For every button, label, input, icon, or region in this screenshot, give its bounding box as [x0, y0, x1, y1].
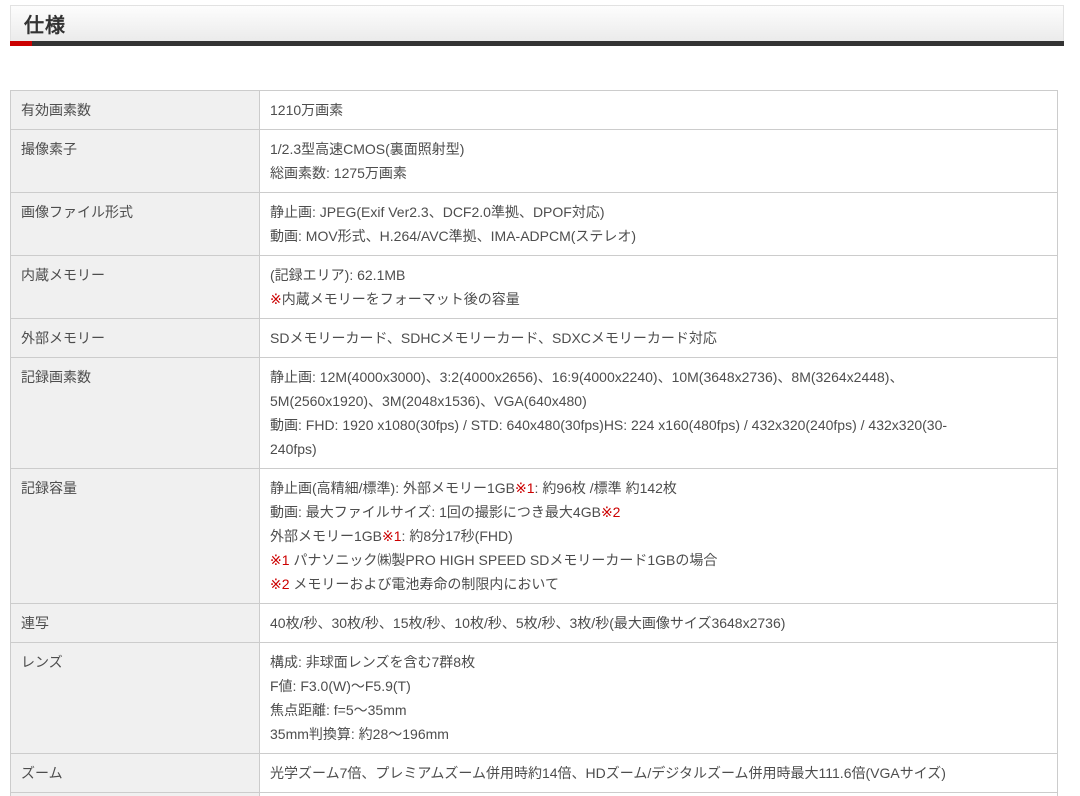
note-marker: ※ [270, 291, 282, 307]
spec-value-line: 総画素数: 1275万画素 [270, 161, 1047, 185]
spec-text: 静止画: 12M(4000x3000)、3:2(4000x2656)、16:9(… [270, 369, 903, 385]
table-row: ズーム光学ズーム7倍、プレミアムズーム併用時約14倍、HDズーム/デジタルズーム… [11, 754, 1058, 793]
spec-value-line: 40枚/秒、30枚/秒、15枚/秒、10枚/秒、5枚/秒、3枚/秒(最大画像サイ… [270, 611, 1047, 635]
spec-text: 240fps) [270, 441, 317, 457]
spec-text: SDメモリーカード、SDHCメモリーカード、SDXCメモリーカード対応 [270, 330, 717, 346]
red-accent [10, 41, 32, 46]
spec-text: 総画素数: 1275万画素 [270, 165, 407, 181]
spec-value-line: SDメモリーカード、SDHCメモリーカード、SDXCメモリーカード対応 [270, 326, 1047, 350]
spec-text: 焦点距離: f=5〜35mm [270, 702, 407, 718]
spec-text: 動画: 最大ファイルサイズ: 1回の撮影につき最大4GB [270, 504, 601, 520]
note-marker: ※1 [382, 528, 402, 544]
table-row: 記録画素数静止画: 12M(4000x3000)、3:2(4000x2656)、… [11, 358, 1058, 469]
spec-text: 外部メモリー1GB [270, 528, 382, 544]
spec-text: : 約8分17秒(FHD) [402, 528, 513, 544]
page-title: 仕様 [11, 9, 66, 38]
table-row: 有効画素数 1210万画素 [11, 91, 1058, 130]
note-marker: ※2 [270, 576, 293, 592]
spec-label: レンズ [11, 643, 260, 754]
spec-text: 40枚/秒、30枚/秒、15枚/秒、10枚/秒、5枚/秒、3枚/秒(最大画像サイ… [270, 615, 785, 631]
spec-value-line: (記録エリア): 62.1MB [270, 263, 1047, 287]
table-row: レンズ構成: 非球面レンズを含む7群8枚 F値: F3.0(W)〜F5.9(T) 焦… [11, 643, 1058, 754]
table-row [11, 793, 1058, 796]
spec-value: 1210万画素 [260, 91, 1058, 130]
spec-value-line: 静止画: JPEG(Exif Ver2.3、DCF2.0準拠、DPOF対応) [270, 200, 1047, 224]
table-row: 連写 40枚/秒、30枚/秒、15枚/秒、10枚/秒、5枚/秒、3枚/秒(最大画像… [11, 604, 1058, 643]
spec-value-line: 光学ズーム7倍、プレミアムズーム併用時約14倍、HDズーム/デジタルズーム併用時… [270, 761, 1047, 785]
spec-value-line: 35mm判換算: 約28〜196mm [270, 722, 1047, 746]
spec-text: 構成: 非球面レンズを含む7群8枚 [270, 654, 475, 670]
spec-text: (記録エリア): 62.1MB [270, 267, 405, 283]
page: 仕様 有効画素数 1210万画素撮像素子 1/2.3型高速CMOS(裏面照射型) 総画… [10, 0, 1064, 796]
spec-text: パナソニック㈱製PRO HIGH SPEED SDメモリーカード1GBの場合 [293, 552, 717, 568]
note-marker: ※1 [515, 480, 535, 496]
spec-text: F値: F3.0(W)〜F5.9(T) [270, 678, 411, 694]
spec-value: 1/2.3型高速CMOS(裏面照射型) 総画素数: 1275万画素 [260, 130, 1058, 193]
spec-value-line: 5M(2560x1920)、3M(2048x1536)、VGA(640x480) [270, 389, 1047, 413]
spec-value-line: 1210万画素 [270, 98, 1047, 122]
note-marker: ※1 [270, 552, 293, 568]
spec-label: 記録容量 [11, 469, 260, 604]
spec-value-line: 静止画: 12M(4000x3000)、3:2(4000x2656)、16:9(… [270, 365, 1047, 389]
spec-text: 光学ズーム7倍、プレミアムズーム併用時約14倍、HDズーム/デジタルズーム併用時… [270, 765, 946, 781]
spec-value: (記録エリア): 62.1MB ※内蔵メモリーをフォーマット後の容量 [260, 256, 1058, 319]
spec-value-line: 動画: MOV形式、H.264/AVC準拠、IMA-ADPCM(ステレオ) [270, 224, 1047, 248]
spec-value-line: F値: F3.0(W)〜F5.9(T) [270, 674, 1047, 698]
spec-text: 静止画(高精細/標準): 外部メモリー1GB [270, 480, 515, 496]
spec-text: 35mm判換算: 約28〜196mm [270, 726, 449, 742]
spec-value-line: 外部メモリー1GB※1: 約8分17秒(FHD) [270, 524, 1047, 548]
section-header: 仕様 [10, 5, 1064, 41]
spec-text: 5M(2560x1920)、3M(2048x1536)、VGA(640x480) [270, 393, 587, 409]
spec-text: メモリーおよび電池寿命の制限内において [293, 576, 559, 592]
table-row: 画像ファイル形式静止画: JPEG(Exif Ver2.3、DCF2.0準拠、D… [11, 193, 1058, 256]
spec-text: 内蔵メモリーをフォーマット後の容量 [282, 291, 520, 307]
spec-table: 有効画素数 1210万画素撮像素子 1/2.3型高速CMOS(裏面照射型) 総画素数:… [10, 90, 1058, 796]
note-marker: ※2 [601, 504, 621, 520]
spec-value: 静止画: JPEG(Exif Ver2.3、DCF2.0準拠、DPOF対応) 動画… [260, 193, 1058, 256]
spec-text: 1210万画素 [270, 102, 343, 118]
spec-text: 動画: FHD: 1920 x1080(30fps) / STD: 640x48… [270, 417, 947, 433]
spec-label [11, 793, 260, 796]
spec-value-line: 動画: 最大ファイルサイズ: 1回の撮影につき最大4GB※2 [270, 500, 1047, 524]
table-row: 記録容量静止画(高精細/標準): 外部メモリー1GB※1: 約96枚 /標準 約… [11, 469, 1058, 604]
spec-label: 記録画素数 [11, 358, 260, 469]
spec-table-body: 有効画素数 1210万画素撮像素子 1/2.3型高速CMOS(裏面照射型) 総画素数:… [11, 91, 1058, 796]
header-divider-bar [10, 41, 1064, 46]
table-row: 撮像素子 1/2.3型高速CMOS(裏面照射型) 総画素数: 1275万画素 [11, 130, 1058, 193]
spec-value-line: 焦点距離: f=5〜35mm [270, 698, 1047, 722]
spec-value-line: 構成: 非球面レンズを含む7群8枚 [270, 650, 1047, 674]
spec-label: 外部メモリー [11, 319, 260, 358]
spec-value [260, 793, 1058, 796]
spec-value: 光学ズーム7倍、プレミアムズーム併用時約14倍、HDズーム/デジタルズーム併用時… [260, 754, 1058, 793]
spec-value-line: 1/2.3型高速CMOS(裏面照射型) [270, 137, 1047, 161]
spec-value: 静止画: 12M(4000x3000)、3:2(4000x2656)、16:9(… [260, 358, 1058, 469]
spec-value-line: ※2 メモリーおよび電池寿命の制限内において [270, 572, 1047, 596]
spec-label: 撮像素子 [11, 130, 260, 193]
spec-value-line: 240fps) [270, 437, 1047, 461]
spec-value-line: ※1 パナソニック㈱製PRO HIGH SPEED SDメモリーカード1GBの場… [270, 548, 1047, 572]
table-row: 外部メモリー SDメモリーカード、SDHCメモリーカード、SDXCメモリーカード対… [11, 319, 1058, 358]
spec-label: 画像ファイル形式 [11, 193, 260, 256]
spec-value-line: ※内蔵メモリーをフォーマット後の容量 [270, 287, 1047, 311]
spec-value-line: 動画: FHD: 1920 x1080(30fps) / STD: 640x48… [270, 413, 1047, 437]
spec-value: 構成: 非球面レンズを含む7群8枚 F値: F3.0(W)〜F5.9(T) 焦点距離… [260, 643, 1058, 754]
spec-label: ズーム [11, 754, 260, 793]
spec-label: 内蔵メモリー [11, 256, 260, 319]
spec-text: 静止画: JPEG(Exif Ver2.3、DCF2.0準拠、DPOF対応) [270, 204, 605, 220]
spec-value: 静止画(高精細/標準): 外部メモリー1GB※1: 約96枚 /標準 約142枚… [260, 469, 1058, 604]
spec-text: 1/2.3型高速CMOS(裏面照射型) [270, 141, 464, 157]
spec-label: 連写 [11, 604, 260, 643]
spec-value: 40枚/秒、30枚/秒、15枚/秒、10枚/秒、5枚/秒、3枚/秒(最大画像サイ… [260, 604, 1058, 643]
spec-value: SDメモリーカード、SDHCメモリーカード、SDXCメモリーカード対応 [260, 319, 1058, 358]
spec-label: 有効画素数 [11, 91, 260, 130]
table-row: 内蔵メモリー (記録エリア): 62.1MB ※内蔵メモリーをフォーマット後の容量 [11, 256, 1058, 319]
spec-value-line: 静止画(高精細/標準): 外部メモリー1GB※1: 約96枚 /標準 約142枚 [270, 476, 1047, 500]
spec-text: 動画: MOV形式、H.264/AVC準拠、IMA-ADPCM(ステレオ) [270, 228, 636, 244]
spec-text: : 約96枚 /標準 約142枚 [535, 480, 677, 496]
